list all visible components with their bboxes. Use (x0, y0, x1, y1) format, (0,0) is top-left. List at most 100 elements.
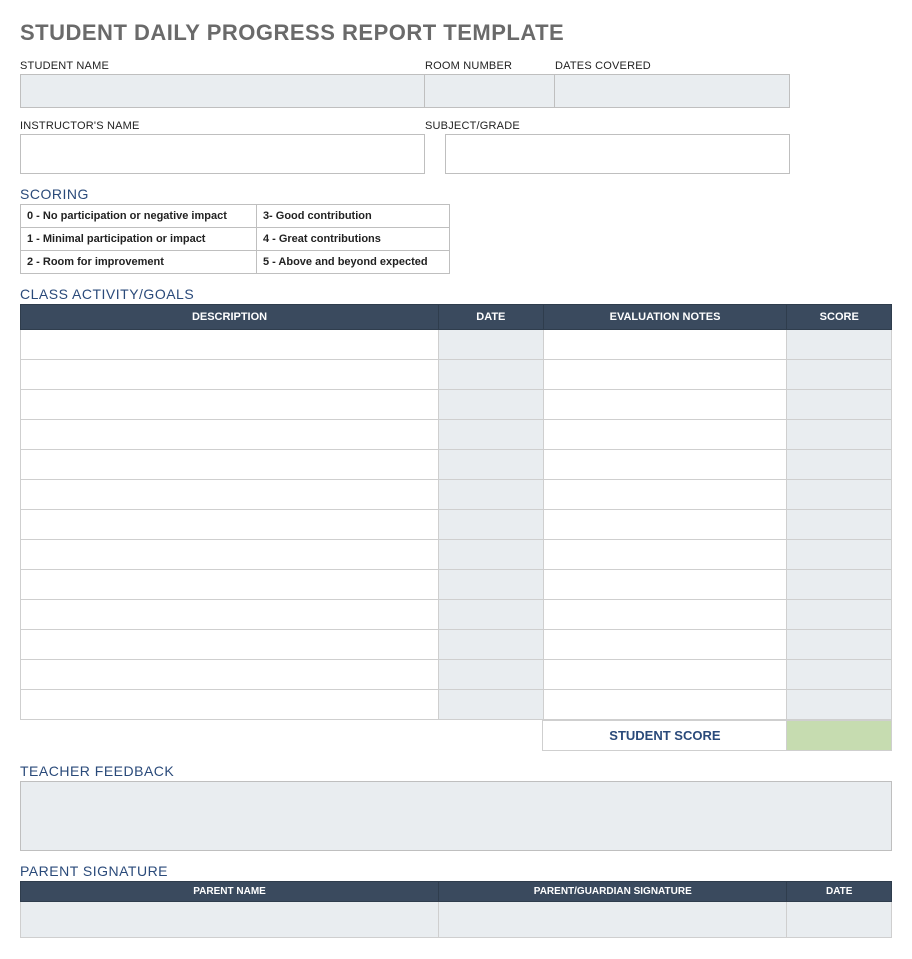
feedback-heading: TEACHER FEEDBACK (20, 763, 892, 779)
scoring-cell: 5 - Above and beyond expected (256, 251, 449, 274)
score-cell[interactable] (787, 540, 892, 570)
table-row (21, 690, 892, 720)
date-cell[interactable] (439, 450, 544, 480)
scoring-cell: 1 - Minimal participation or impact (21, 228, 257, 251)
signature-date-field[interactable] (787, 902, 892, 938)
score-cell[interactable] (787, 600, 892, 630)
evaluation-cell[interactable] (543, 360, 787, 390)
subject-label: SUBJECT/GRADE (425, 120, 892, 132)
date-cell[interactable] (439, 390, 544, 420)
date-cell[interactable] (439, 600, 544, 630)
dates-covered-field[interactable] (555, 74, 790, 108)
activity-heading: CLASS ACTIVITY/GOALS (20, 286, 892, 302)
description-cell[interactable] (21, 360, 439, 390)
score-cell[interactable] (787, 330, 892, 360)
description-cell[interactable] (21, 510, 439, 540)
score-cell[interactable] (787, 360, 892, 390)
scoring-cell: 2 - Room for improvement (21, 251, 257, 274)
description-cell[interactable] (21, 690, 439, 720)
activity-table: DESCRIPTION DATE EVALUATION NOTES SCORE (20, 304, 892, 720)
score-cell[interactable] (787, 660, 892, 690)
table-row (21, 390, 892, 420)
scoring-table: 0 - No participation or negative impact … (20, 204, 450, 274)
evaluation-cell[interactable] (543, 510, 787, 540)
evaluation-cell[interactable] (543, 420, 787, 450)
col-evaluation: EVALUATION NOTES (543, 305, 787, 330)
page-title: STUDENT DAILY PROGRESS REPORT TEMPLATE (20, 20, 892, 46)
evaluation-cell[interactable] (543, 540, 787, 570)
student-name-label: STUDENT NAME (20, 60, 425, 72)
date-cell[interactable] (439, 690, 544, 720)
description-cell[interactable] (21, 390, 439, 420)
date-cell[interactable] (439, 360, 544, 390)
scoring-cell: 3- Good contribution (256, 205, 449, 228)
date-cell[interactable] (439, 330, 544, 360)
evaluation-cell[interactable] (543, 660, 787, 690)
evaluation-cell[interactable] (543, 600, 787, 630)
col-score: SCORE (787, 305, 892, 330)
score-cell[interactable] (787, 450, 892, 480)
parent-name-field[interactable] (21, 902, 439, 938)
description-cell[interactable] (21, 420, 439, 450)
table-row (21, 540, 892, 570)
score-cell[interactable] (787, 420, 892, 450)
sig-col-name: PARENT NAME (21, 882, 439, 902)
dates-covered-label: DATES COVERED (555, 60, 892, 72)
signature-table: PARENT NAME PARENT/GUARDIAN SIGNATURE DA… (20, 881, 892, 938)
date-cell[interactable] (439, 540, 544, 570)
subject-field[interactable] (445, 134, 790, 174)
instructor-field[interactable] (20, 134, 425, 174)
evaluation-cell[interactable] (543, 330, 787, 360)
date-cell[interactable] (439, 480, 544, 510)
table-row (21, 630, 892, 660)
evaluation-cell[interactable] (543, 570, 787, 600)
score-cell[interactable] (787, 480, 892, 510)
score-cell[interactable] (787, 390, 892, 420)
table-row (21, 510, 892, 540)
evaluation-cell[interactable] (543, 450, 787, 480)
signature-heading: PARENT SIGNATURE (20, 863, 892, 879)
evaluation-cell[interactable] (543, 390, 787, 420)
table-row (21, 450, 892, 480)
description-cell[interactable] (21, 630, 439, 660)
table-row (21, 330, 892, 360)
description-cell[interactable] (21, 330, 439, 360)
date-cell[interactable] (439, 420, 544, 450)
teacher-feedback-field[interactable] (20, 781, 892, 851)
student-name-field[interactable] (20, 74, 425, 108)
table-row (21, 570, 892, 600)
evaluation-cell[interactable] (543, 690, 787, 720)
score-cell[interactable] (787, 510, 892, 540)
scoring-cell: 0 - No participation or negative impact (21, 205, 257, 228)
evaluation-cell[interactable] (543, 630, 787, 660)
date-cell[interactable] (439, 660, 544, 690)
parent-signature-field[interactable] (439, 902, 787, 938)
room-number-field[interactable] (425, 74, 555, 108)
student-score-label: STUDENT SCORE (543, 721, 787, 751)
sig-col-date: DATE (787, 882, 892, 902)
sig-col-sig: PARENT/GUARDIAN SIGNATURE (439, 882, 787, 902)
date-cell[interactable] (439, 510, 544, 540)
score-cell[interactable] (787, 690, 892, 720)
col-date: DATE (439, 305, 544, 330)
col-description: DESCRIPTION (21, 305, 439, 330)
date-cell[interactable] (439, 630, 544, 660)
student-score-value (787, 721, 892, 751)
description-cell[interactable] (21, 480, 439, 510)
score-cell[interactable] (787, 570, 892, 600)
table-row (21, 660, 892, 690)
evaluation-cell[interactable] (543, 480, 787, 510)
description-cell[interactable] (21, 540, 439, 570)
room-number-label: ROOM NUMBER (425, 60, 555, 72)
description-cell[interactable] (21, 600, 439, 630)
scoring-cell: 4 - Great contributions (256, 228, 449, 251)
table-row (21, 600, 892, 630)
description-cell[interactable] (21, 660, 439, 690)
table-row (21, 420, 892, 450)
scoring-heading: SCORING (20, 186, 892, 202)
description-cell[interactable] (21, 570, 439, 600)
description-cell[interactable] (21, 450, 439, 480)
score-cell[interactable] (787, 630, 892, 660)
date-cell[interactable] (439, 570, 544, 600)
table-row (21, 360, 892, 390)
